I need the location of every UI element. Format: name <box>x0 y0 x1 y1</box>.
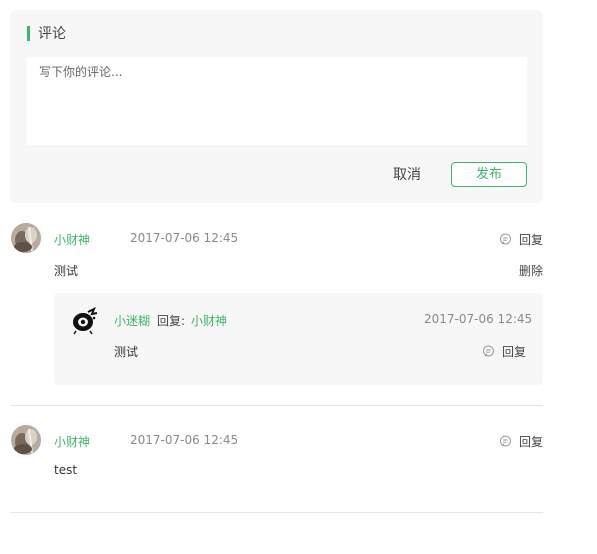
reply-label: 回复 <box>502 345 527 359</box>
reply-thread: 小迷糊 回复: 小财神 2017-07-06 12:45 测试 回复 <box>54 293 543 385</box>
avatar-cartoon-icon <box>70 306 100 336</box>
reply-to-username[interactable]: 小财神 <box>191 312 227 329</box>
comment-editor: 评论 取消 发布 <box>10 10 543 203</box>
speech-bubble-icon <box>483 345 494 357</box>
reply-content: 测试 <box>114 345 139 359</box>
avatar[interactable] <box>11 223 41 253</box>
divider <box>10 405 543 406</box>
avatar-photo-icon <box>11 223 41 253</box>
speech-bubble-icon <box>500 233 511 245</box>
delete-button[interactable]: 删除 <box>519 262 543 279</box>
title-accent-bar <box>27 26 30 41</box>
reply-username[interactable]: 小迷糊 <box>114 312 150 329</box>
reply-button[interactable]: 回复 <box>499 231 543 248</box>
publish-button[interactable]: 发布 <box>451 162 527 187</box>
reply-button[interactable]: 回复 <box>482 343 526 360</box>
cancel-button[interactable]: 取消 <box>393 164 421 184</box>
reply-label: 回复 <box>519 435 544 449</box>
comment-time: 2017-07-06 12:45 <box>130 231 239 245</box>
comment-content: 测试 <box>54 264 79 278</box>
speech-bubble-icon <box>500 435 511 447</box>
divider <box>10 512 543 513</box>
reply-time: 2017-07-06 12:45 <box>424 312 533 326</box>
comment-time: 2017-07-06 12:45 <box>130 433 239 447</box>
comment-input[interactable] <box>27 57 527 145</box>
comment-username[interactable]: 小财神 <box>54 433 90 450</box>
avatar[interactable] <box>70 306 100 336</box>
comment-username[interactable]: 小财神 <box>54 231 90 248</box>
editor-title: 评论 <box>38 26 66 42</box>
avatar[interactable] <box>11 425 41 455</box>
reply-label: 回复 <box>519 233 544 247</box>
reply-to-label: 回复: <box>157 314 186 328</box>
reply-button[interactable]: 回复 <box>499 433 543 450</box>
avatar-photo-icon <box>11 425 41 455</box>
comment-content: test <box>54 463 78 477</box>
